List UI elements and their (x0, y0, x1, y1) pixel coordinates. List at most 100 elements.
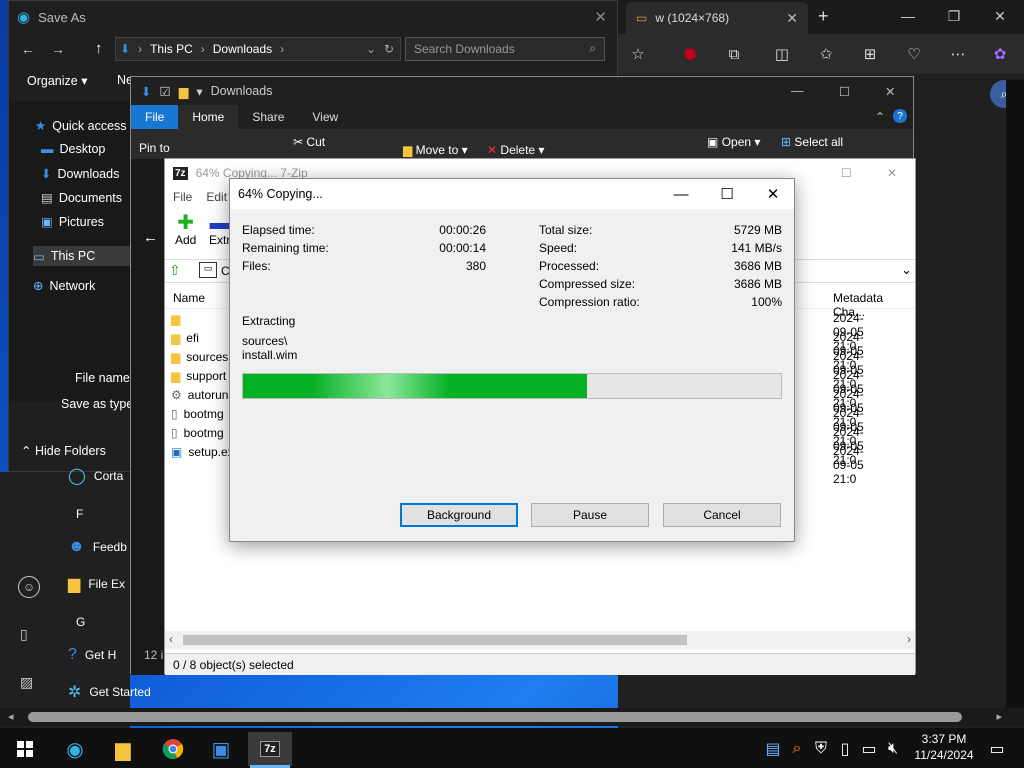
breadcrumb-this-pc[interactable]: This PC (150, 42, 193, 56)
windows-start-icon[interactable] (8, 732, 42, 766)
pause-button[interactable]: Pause (531, 503, 649, 527)
list-item[interactable]: ▯ bootmg (171, 404, 224, 423)
user-avatar-icon[interactable]: ☺ (18, 576, 40, 598)
favorites-icon[interactable]: ✩ (812, 40, 840, 68)
menu-file[interactable]: File (173, 190, 192, 204)
maximize-icon[interactable]: ☐ (839, 84, 850, 99)
list-item[interactable]: ▆ efi (171, 328, 199, 347)
column-name[interactable]: Name (173, 291, 205, 305)
volume-muted-icon[interactable]: 🔇︎ (880, 732, 906, 766)
chevron-down-icon[interactable]: ⌄ (366, 42, 376, 56)
cancel-button[interactable]: Cancel (663, 503, 781, 527)
bottom-scrollbar[interactable]: ◂ ▸ (0, 708, 1024, 726)
collections-icon[interactable]: ⊞ (856, 40, 884, 68)
more-menu-icon[interactable]: ⋯ (944, 40, 972, 68)
scroll-right-icon[interactable]: › (907, 632, 911, 646)
network-icon[interactable]: ▭ (856, 732, 882, 766)
tray-search-icon[interactable]: ⌕ (784, 732, 810, 766)
list-item[interactable]: ▆ support (171, 366, 226, 385)
background-button[interactable]: Background (400, 503, 518, 527)
nav-downloads[interactable]: ⬇ Downloads (41, 166, 119, 182)
pin-button[interactable]: Pin to (139, 141, 170, 155)
refresh-icon[interactable]: ↻ (384, 42, 394, 56)
split-screen-icon[interactable]: ◫ (768, 40, 796, 68)
scroll-left-icon[interactable]: ◂ (8, 710, 14, 723)
close-icon[interactable]: ✕ (980, 8, 1020, 25)
customize-icon[interactable]: ▾ (196, 84, 202, 99)
close-icon[interactable]: ✕ (594, 8, 607, 26)
nav-network[interactable]: ⊕ Network (33, 278, 95, 294)
chrome-icon[interactable] (156, 732, 190, 766)
horizontal-scrollbar[interactable]: ‹ › (165, 631, 915, 649)
chevron-up-icon[interactable]: ⌃ (875, 110, 885, 124)
start-item-feedback[interactable]: ☻ Feedb (68, 538, 127, 556)
taskbar-clock[interactable]: 3:37 PM 11/24/2024 (912, 731, 976, 763)
ublock-icon[interactable]: ⬢ (676, 40, 704, 68)
nav-documents[interactable]: ▤ Documents (41, 190, 122, 206)
tray-app-icon[interactable]: ▤ (760, 732, 786, 766)
list-item[interactable]: ▆ sources (171, 347, 228, 366)
close-icon[interactable]: ✕ (885, 84, 895, 99)
close-icon[interactable]: ✕ (750, 179, 796, 209)
scroll-left-icon[interactable]: ‹ (169, 632, 173, 646)
add-button[interactable]: ✚ Add (175, 213, 196, 247)
new-tab-icon[interactable]: + (818, 6, 829, 27)
start-item-cortana[interactable]: ◯ Corta (68, 466, 123, 486)
menu-edit[interactable]: Edit (206, 190, 227, 204)
scroll-right-icon[interactable]: ▸ (996, 710, 1002, 723)
properties-icon[interactable]: ☑ (159, 84, 170, 99)
list-item[interactable]: ▣ setup.ex (171, 442, 234, 461)
file-explorer-icon[interactable]: ▆ (106, 732, 140, 766)
edge-tab[interactable]: ▭ w (1024×768) ✕ (626, 2, 808, 34)
notifications-icon[interactable]: ▭ (980, 732, 1014, 766)
start-letter-g[interactable]: G (76, 615, 85, 629)
tab-home[interactable]: Home (178, 105, 239, 129)
up-arrow-icon[interactable]: ↑ (95, 40, 103, 57)
list-item[interactable]: ▯ bootmg (171, 423, 224, 442)
extensions-icon[interactable]: ⧉ (720, 40, 748, 68)
forward-arrow-icon[interactable]: → (51, 41, 65, 57)
organize-button[interactable]: Organize ▾ (27, 73, 87, 88)
edge-icon[interactable]: ◉ (58, 732, 92, 766)
address-box[interactable]: ⬇ › This PC › Downloads › ⌄ ↻ (115, 37, 401, 61)
close-tab-icon[interactable]: ✕ (786, 10, 798, 27)
breadcrumb-downloads[interactable]: Downloads (213, 42, 272, 56)
help-icon[interactable]: ? (893, 109, 907, 123)
start-letter-f[interactable]: F (76, 507, 83, 521)
select-all-button[interactable]: ⊞ Select all (781, 135, 843, 149)
edge-scrollbar[interactable] (1006, 80, 1024, 708)
tab-view[interactable]: View (298, 105, 352, 129)
restore-icon[interactable]: ❐ (934, 8, 974, 25)
maximize-icon[interactable]: ☐ (704, 179, 750, 209)
start-item-get-started[interactable]: ✲ Get Started (68, 682, 151, 702)
close-icon[interactable]: ✕ (887, 166, 897, 180)
minimize-icon[interactable]: — (888, 8, 928, 24)
scrollbar-thumb[interactable] (28, 712, 962, 722)
scrollbar-thumb[interactable] (183, 635, 687, 645)
extract-button[interactable]: ▬ Extr (209, 213, 230, 247)
folder-up-icon[interactable]: ⇧ (169, 262, 181, 279)
performance-icon[interactable]: ♡ (900, 40, 928, 68)
remote-desktop-icon[interactable]: ▣ (204, 732, 238, 766)
list-item[interactable]: ⚙ autorun (171, 385, 228, 404)
cut-button[interactable]: ✂ Cut (293, 135, 325, 149)
back-arrow-icon[interactable]: ← (21, 41, 35, 57)
minimize-icon[interactable]: — (658, 179, 704, 209)
tab-file[interactable]: File (131, 105, 179, 129)
start-item-get-help[interactable]: ? Get H (68, 646, 116, 664)
documents-icon[interactable]: ▯ (20, 626, 28, 643)
move-to-button[interactable]: ▆ Move to ▾ (403, 143, 468, 157)
sevenzip-taskbar-icon[interactable]: 7z (248, 732, 292, 766)
search-input[interactable]: Search Downloads ⌕ (405, 37, 605, 61)
open-button[interactable]: ▣ Open ▾ (707, 135, 760, 149)
start-item-file-explorer[interactable]: ▆ File Ex (68, 574, 125, 594)
maximize-icon[interactable]: ☐ (841, 166, 852, 180)
nav-quick-access[interactable]: ★ Quick access (35, 118, 127, 134)
delete-button[interactable]: ✕ Delete ▾ (487, 143, 544, 157)
copilot-icon[interactable]: ✿ (986, 40, 1014, 68)
list-item[interactable]: ▆ (171, 309, 186, 328)
minimize-icon[interactable]: — (791, 84, 804, 98)
hide-folders-button[interactable]: ⌃ Hide Folders (21, 443, 106, 458)
pictures-icon[interactable]: ▨ (20, 674, 33, 691)
favorite-star-icon[interactable]: ☆ (624, 40, 652, 68)
